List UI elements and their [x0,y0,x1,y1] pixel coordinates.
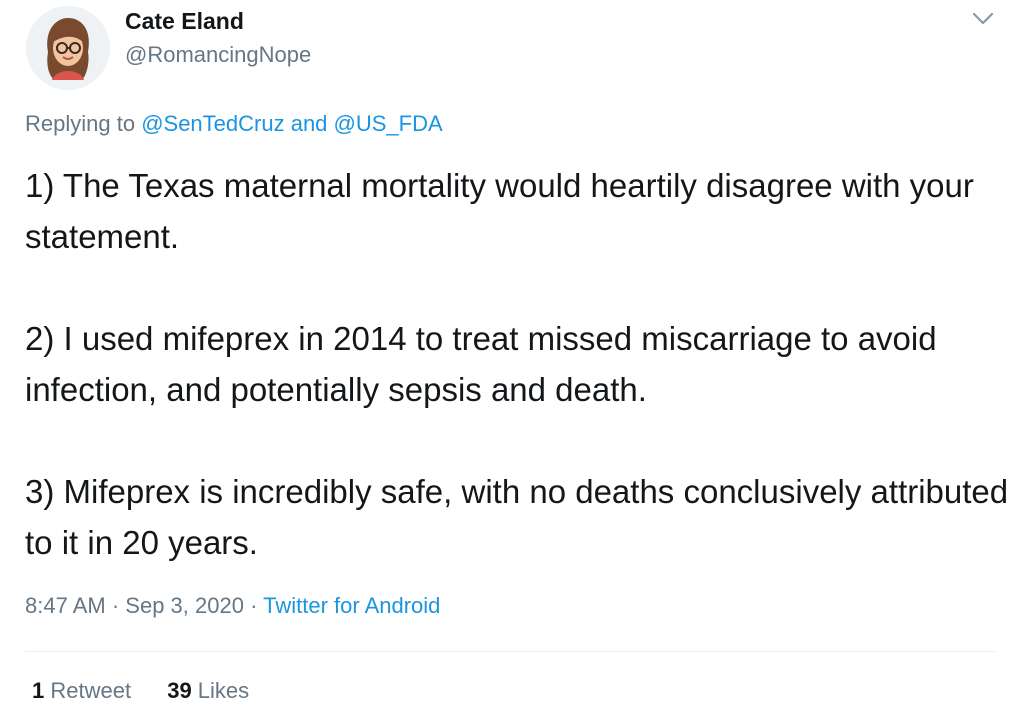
chevron-down-icon[interactable] [968,6,998,32]
tweet-text: 1) The Texas maternal mortality would he… [25,160,1010,568]
tweet-meta: 8:47 AM · Sep 3, 2020 · Twitter for Andr… [25,593,440,619]
tweet-paragraph: 2) I used mifeprex in 2014 to treat miss… [25,320,937,408]
meta-separator: · [105,593,126,618]
replying-to: Replying to @SenTedCruz and @US_FDA [25,111,443,137]
likes-stat[interactable]: 39 Likes [167,678,249,703]
meta-separator: · [243,593,264,618]
retweets-stat[interactable]: 1 Retweet [32,678,131,703]
mention-joiner: and [284,111,334,136]
tweet-paragraph: 1) The Texas maternal mortality would he… [25,167,974,255]
likes-count: 39 [167,678,192,703]
tweet-stats: 1 Retweet 39 Likes [32,678,279,704]
retweets-count: 1 [32,678,45,703]
mention-link-sentedcruz[interactable]: @SenTedCruz [141,111,284,136]
tweet-card: Cate Eland @RomancingNope Replying to @S… [0,0,1024,725]
tweet-source-link[interactable]: Twitter for Android [263,593,440,618]
user-handle[interactable]: @RomancingNope [125,42,311,68]
retweets-label: Retweet [44,678,132,703]
avatar[interactable] [26,6,110,90]
replying-to-prefix: Replying to [25,111,142,136]
tweet-paragraph: 3) Mifeprex is incredibly safe, with no … [25,473,1009,561]
tweet-time[interactable]: 8:47 AM [25,593,106,618]
display-name[interactable]: Cate Eland [125,8,244,35]
tweet-date[interactable]: Sep 3, 2020 [125,593,244,618]
avatar-image [26,6,110,90]
divider [25,651,995,652]
mention-link-us-fda[interactable]: @US_FDA [334,111,443,136]
likes-label: Likes [191,678,250,703]
